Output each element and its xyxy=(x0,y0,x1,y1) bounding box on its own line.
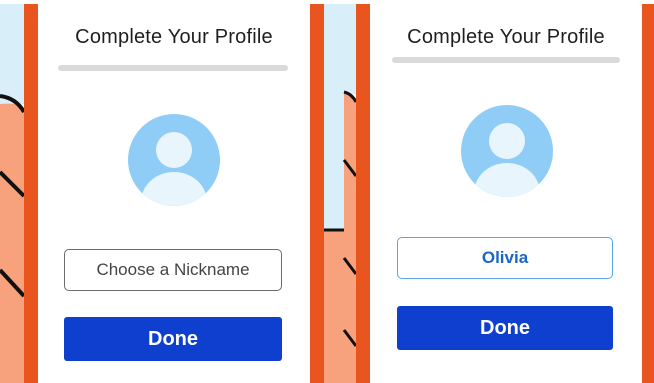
nickname-input[interactable]: Olivia xyxy=(397,237,613,279)
profile-card-filled: Complete Your Profile Olivia Done xyxy=(370,4,642,383)
title-divider xyxy=(392,57,620,63)
title-divider xyxy=(58,65,288,71)
avatar-body-shape xyxy=(474,163,540,197)
done-button[interactable]: Done xyxy=(64,317,282,361)
avatar-head-shape xyxy=(489,123,525,159)
page-title: Complete Your Profile xyxy=(407,26,605,48)
done-button[interactable]: Done xyxy=(397,306,613,350)
user-avatar-icon[interactable] xyxy=(461,105,553,197)
avatar-body-shape xyxy=(141,172,207,206)
page-title: Complete Your Profile xyxy=(75,26,273,48)
profile-setup-comparison: Complete Your Profile Choose a Nickname … xyxy=(0,0,654,383)
nickname-input[interactable]: Choose a Nickname xyxy=(64,249,282,291)
profile-card-empty: Complete Your Profile Choose a Nickname … xyxy=(38,4,310,383)
avatar-head-shape xyxy=(156,132,192,168)
user-avatar-icon[interactable] xyxy=(128,114,220,206)
